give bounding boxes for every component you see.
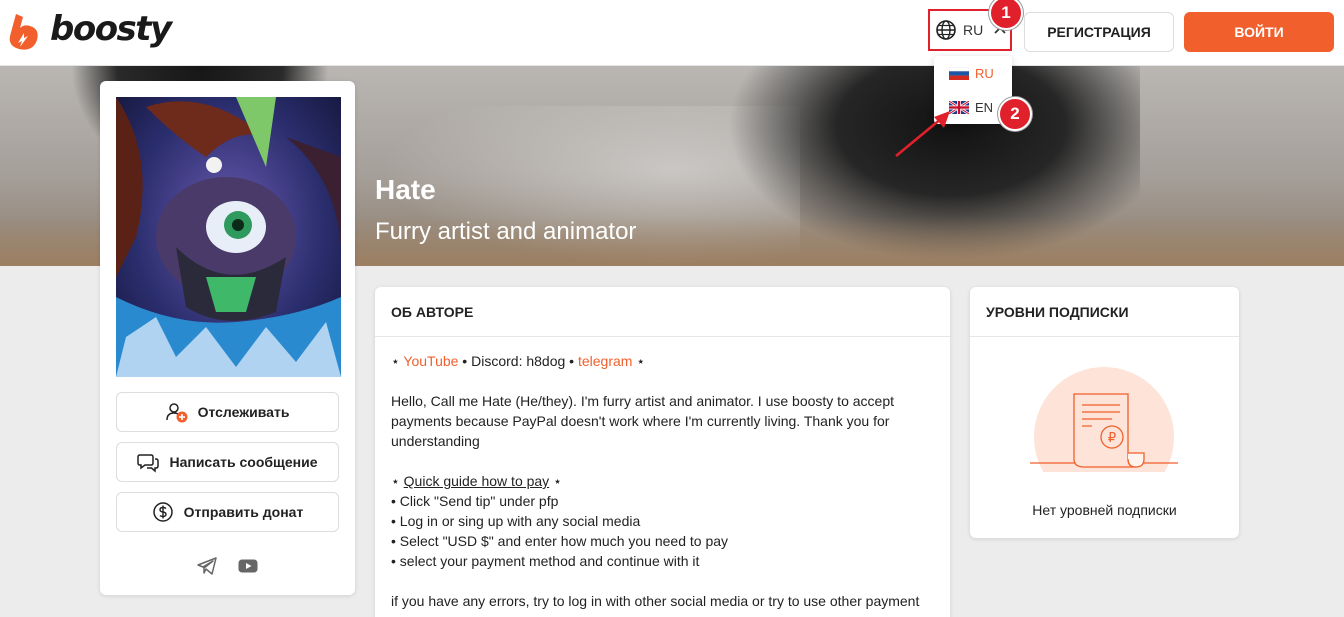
follow-button[interactable]: Отслеживать: [116, 392, 339, 432]
creator-name: Hate: [375, 174, 436, 205]
avatar-artwork: [116, 97, 341, 377]
boosty-logo-icon: [9, 14, 38, 50]
links-line: ⋆ YouTube • Discord: h8dog • telegram ⋆: [391, 353, 646, 369]
logo-wordmark: boosty: [50, 9, 172, 49]
russia-flag-icon: [949, 66, 969, 80]
about-body: ⋆ YouTube • Discord: h8dog • telegram ⋆ …: [375, 337, 950, 617]
donate-button-label: Отправить донат: [183, 504, 304, 520]
about-heading: ОБ АВТОРЕ: [375, 287, 950, 337]
telegram-text-link[interactable]: telegram: [578, 353, 632, 369]
list-item: • Log in or sing up with any social medi…: [391, 513, 641, 529]
subscription-levels-card: УРОВНИ ПОДПИСКИ ₽ Нет уровней подписки: [970, 287, 1239, 538]
levels-heading: УРОВНИ ПОДПИСКИ: [970, 287, 1239, 337]
star-glyph: ⋆: [553, 473, 562, 489]
register-button[interactable]: РЕГИСТРАЦИЯ: [1024, 12, 1174, 52]
no-levels-text: Нет уровней подписки: [1032, 502, 1177, 518]
top-header: boosty RU РЕГИСТРАЦИЯ ВОЙТИ: [0, 0, 1344, 66]
star-glyph: ⋆: [391, 473, 400, 489]
current-language: RU: [963, 22, 984, 38]
add-user-icon: [165, 403, 188, 423]
boosty-logo[interactable]: boosty: [6, 9, 172, 52]
message-button[interactable]: Написать сообщение: [116, 442, 339, 482]
profile-card: Отслеживать Написать сообщение Отправить…: [100, 81, 355, 595]
language-option-ru[interactable]: RU: [934, 56, 1012, 90]
annotation-marker-2: 2: [998, 97, 1032, 131]
donate-button[interactable]: Отправить донат: [116, 492, 339, 532]
list-item: • Select "USD $" and enter how much you …: [391, 533, 729, 549]
youtube-link[interactable]: [237, 555, 259, 577]
globe-icon: [936, 20, 956, 40]
follow-button-label: Отслеживать: [197, 404, 290, 420]
ruble-symbol: ₽: [1108, 431, 1116, 446]
about-card: ОБ АВТОРЕ ⋆ YouTube • Discord: h8dog • t…: [375, 287, 950, 617]
message-button-label: Написать сообщение: [169, 454, 318, 470]
avatar: [116, 97, 341, 377]
list-item: • Click "Send tip" under pfp: [391, 493, 559, 509]
youtube-text-link[interactable]: YouTube: [403, 353, 458, 369]
star-glyph: ⋆: [636, 353, 646, 369]
intro-paragraph: Hello, Call me Hate (He/they). I'm furry…: [391, 393, 894, 449]
youtube-icon: [238, 559, 258, 573]
dollar-coin-icon: [152, 502, 173, 522]
telegram-icon: [197, 557, 217, 575]
guide-line: ⋆ Quick guide how to pay ⋆: [391, 471, 934, 491]
discord-text: Discord: h8dog: [471, 353, 566, 369]
annotation-arrow-icon: [895, 111, 950, 158]
quick-guide-link[interactable]: Quick guide how to pay: [404, 473, 550, 489]
language-option-label: EN: [975, 99, 994, 115]
language-option-label: RU: [975, 65, 994, 81]
creator-description: Furry artist and animator: [375, 218, 637, 245]
login-button[interactable]: ВОЙТИ: [1184, 12, 1334, 52]
list-item: • select your payment method and continu…: [391, 553, 700, 569]
chat-icon: [137, 454, 160, 473]
errors-paragraph: if you have any errors, try to log in wi…: [391, 593, 920, 609]
empty-receipt-icon: ₽: [1030, 367, 1178, 472]
telegram-link[interactable]: [196, 555, 218, 577]
star-glyph: ⋆: [391, 353, 400, 369]
